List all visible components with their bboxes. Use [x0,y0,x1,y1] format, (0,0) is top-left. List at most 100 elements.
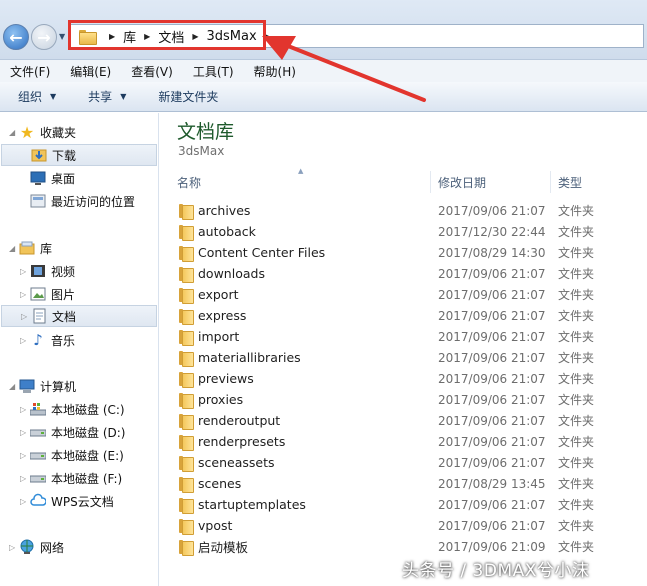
organize-button[interactable]: 组织 ▼ [0,88,70,105]
menu-file[interactable]: 文件(F) [0,63,60,80]
nav-item-downloads[interactable]: 下载 [1,144,157,166]
file-type: 文件夹 [558,519,595,533]
expand-icon[interactable]: ▷ [20,451,26,460]
file-modified-date: 2017/09/06 21:07 [438,434,546,449]
file-name: 启动模板 [198,540,249,555]
share-button[interactable]: 共享 ▼ [70,88,140,105]
file-name: proxies [198,392,244,407]
back-button[interactable]: ← [3,24,29,50]
nav-item-label: 下载 [52,148,77,163]
menu-view[interactable]: 查看(V) [121,63,183,80]
nav-item-desktop[interactable]: 桌面 [0,167,158,189]
file-name: renderoutput [198,413,281,428]
new-folder-button[interactable]: 新建文件夹 [140,88,232,105]
column-header-name[interactable]: 名称 [177,167,201,197]
table-row[interactable]: import 2017/09/06 21:07 文件夹 [160,326,647,347]
table-row[interactable]: 启动模板 2017/09/06 21:09 文件夹 [160,536,647,557]
computer-icon [19,378,35,394]
nav-item-drive-f[interactable]: ▷ 本地磁盘 (F:) [0,467,158,489]
downloads-folder-icon [31,147,47,163]
nav-libraries[interactable]: ◢ 库 [0,237,158,259]
nav-network[interactable]: ▷ 网络 [0,536,158,558]
expand-icon[interactable]: ▷ [20,428,26,437]
nav-item-label: 本地磁盘 (E:) [51,448,124,463]
nav-favorites-label: 收藏夹 [40,125,77,140]
documents-icon [31,308,47,324]
collapse-icon[interactable]: ◢ [9,244,15,253]
table-row[interactable]: autoback 2017/12/30 22:44 文件夹 [160,221,647,242]
nav-item-drive-d[interactable]: ▷ 本地磁盘 (D:) [0,421,158,443]
menu-tools[interactable]: 工具(T) [183,63,244,80]
desktop-icon [30,170,46,186]
table-row[interactable]: renderpresets 2017/09/06 21:07 文件夹 [160,431,647,452]
forward-button[interactable]: → [31,24,57,50]
collapse-icon[interactable]: ◢ [9,128,15,137]
file-type: 文件夹 [558,267,595,281]
file-name: vpost [198,518,233,533]
nav-item-label: 本地磁盘 (F:) [51,471,123,486]
expand-icon[interactable]: ▷ [9,543,15,552]
table-row[interactable]: scenes 2017/08/29 13:45 文件夹 [160,473,647,494]
file-type: 文件夹 [558,414,595,428]
expand-icon[interactable]: ▷ [20,497,26,506]
file-name: import [198,329,240,344]
table-row[interactable]: startuptemplates 2017/09/06 21:07 文件夹 [160,494,647,515]
collapse-icon[interactable]: ◢ [9,382,15,391]
expand-icon[interactable]: ▷ [21,312,27,321]
recent-pages-dropdown[interactable]: ▼ [59,32,65,41]
file-type: 文件夹 [558,477,595,491]
nav-item-drive-c[interactable]: ▷ 本地磁盘 (C:) [0,398,158,420]
library-icon [19,240,35,256]
nav-computer[interactable]: ◢ 计算机 [0,375,158,397]
hard-drive-icon [30,424,46,440]
expand-icon[interactable]: ▷ [20,405,26,414]
table-row[interactable]: renderoutput 2017/09/06 21:07 文件夹 [160,410,647,431]
table-row[interactable]: archives 2017/09/06 21:07 文件夹 [160,200,647,221]
table-row[interactable]: Content Center Files 2017/08/29 14:30 文件夹 [160,242,647,263]
column-header-date[interactable]: 修改日期 [438,167,486,197]
table-row[interactable]: sceneassets 2017/09/06 21:07 文件夹 [160,452,647,473]
expand-icon[interactable]: ▷ [20,336,26,345]
nav-item-drive-e[interactable]: ▷ 本地磁盘 (E:) [0,444,158,466]
file-modified-date: 2017/08/29 14:30 [438,245,546,260]
expand-icon[interactable]: ▷ [20,267,26,276]
watermark-text: 头条号 / 3DMAX兮小沫 [402,561,590,581]
arrow-right-icon: → [37,27,51,47]
file-type: 文件夹 [558,330,595,344]
column-header-type[interactable]: 类型 [558,167,582,197]
file-modified-date: 2017/09/06 21:07 [438,329,546,344]
folder-icon [179,372,194,388]
nav-item-music[interactable]: ▷ ♪ 音乐 [0,329,158,351]
nav-item-documents[interactable]: ▷ 文档 [1,305,157,327]
table-row[interactable]: proxies 2017/09/06 21:07 文件夹 [160,389,647,410]
file-name: express [198,308,247,323]
table-row[interactable]: express 2017/09/06 21:07 文件夹 [160,305,647,326]
folder-icon [179,477,194,493]
nav-favorites[interactable]: ◢ ★ 收藏夹 [0,121,158,143]
chevron-down-icon: ▼ [120,92,127,101]
table-row[interactable]: downloads 2017/09/06 21:07 文件夹 [160,263,647,284]
nav-item-videos[interactable]: ▷ 视频 [0,260,158,282]
nav-item-label: 图片 [51,287,76,302]
table-row[interactable]: materiallibraries 2017/09/06 21:07 文件夹 [160,347,647,368]
file-name: archives [198,203,251,218]
expand-icon[interactable]: ▷ [20,474,26,483]
file-type: 文件夹 [558,456,595,470]
nav-item-wps-cloud[interactable]: ▷ WPS云文档 [0,490,158,512]
nav-item-recent-places[interactable]: 最近访问的位置 [0,190,158,212]
menu-edit[interactable]: 编辑(E) [60,63,121,80]
column-divider[interactable] [550,171,551,193]
nav-item-label: 本地磁盘 (D:) [51,425,126,440]
table-row[interactable]: vpost 2017/09/06 21:07 文件夹 [160,515,647,536]
table-row[interactable]: previews 2017/09/06 21:07 文件夹 [160,368,647,389]
nav-item-label: WPS云文档 [51,494,114,509]
expand-icon[interactable]: ▷ [20,290,26,299]
nav-libraries-label: 库 [40,241,53,256]
table-row[interactable]: export 2017/09/06 21:07 文件夹 [160,284,647,305]
file-type: 文件夹 [558,246,595,260]
column-divider[interactable] [430,171,431,193]
chevron-down-icon: ▼ [50,92,57,101]
nav-item-pictures[interactable]: ▷ 图片 [0,283,158,305]
file-modified-date: 2017/09/06 21:07 [438,287,546,302]
star-icon: ★ [19,122,35,142]
